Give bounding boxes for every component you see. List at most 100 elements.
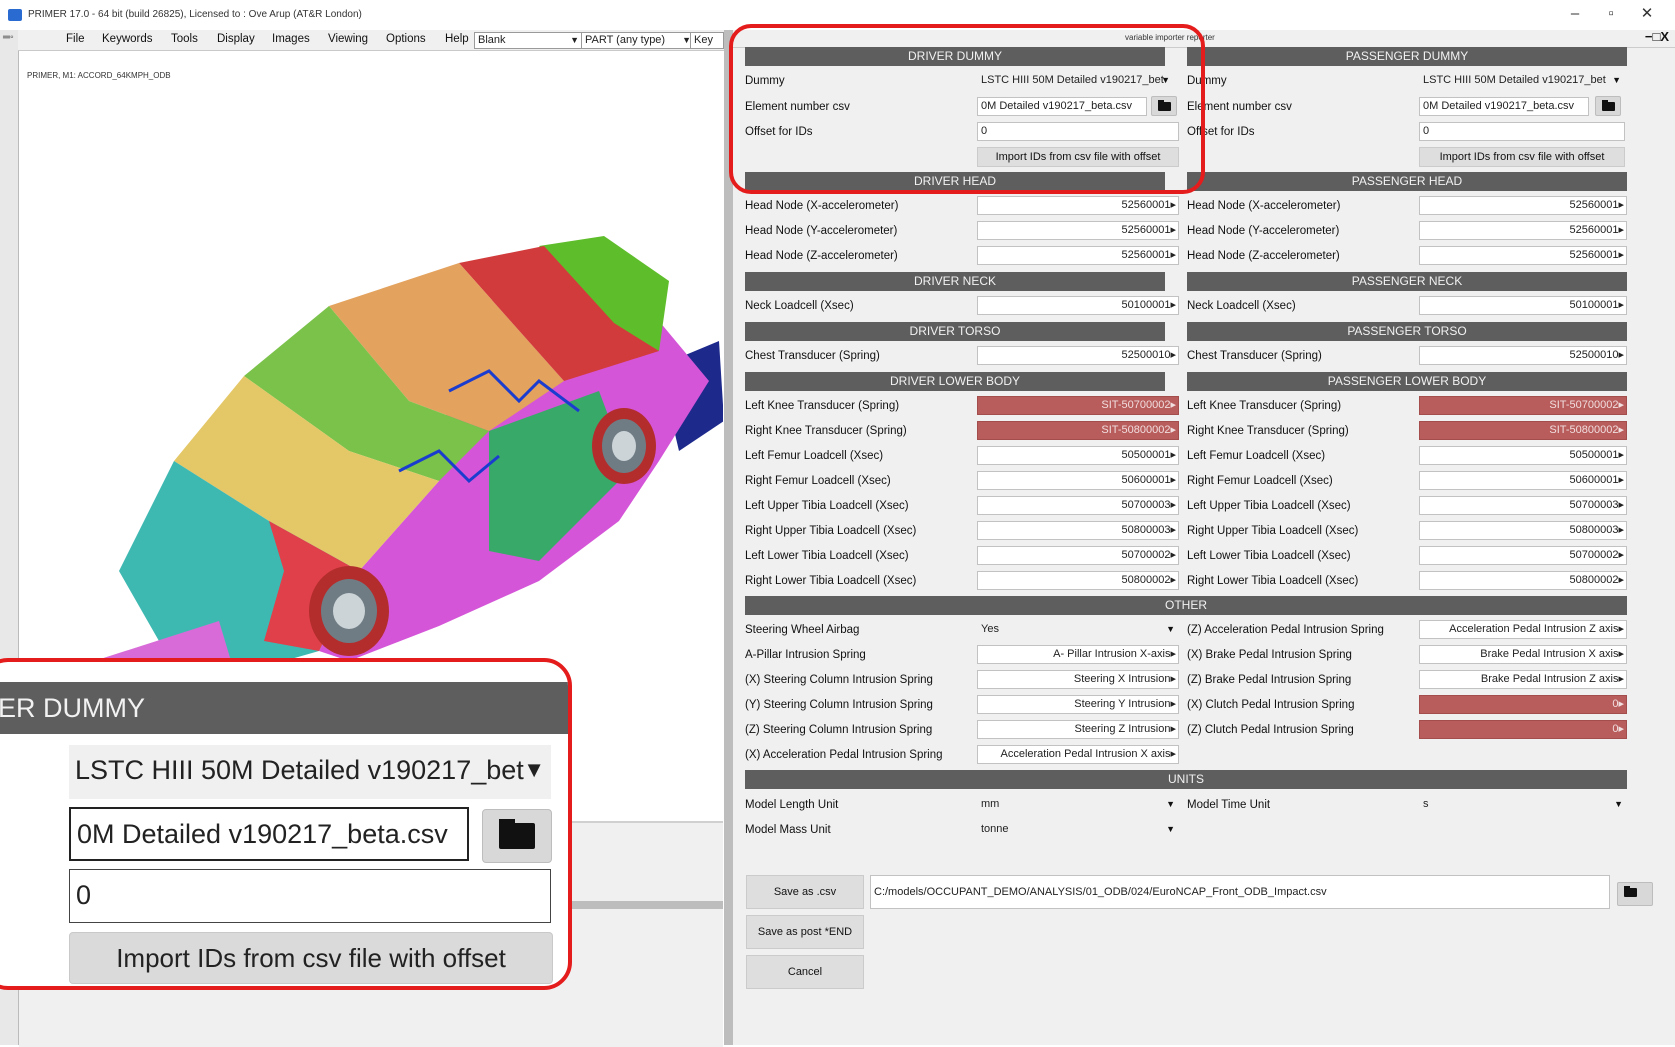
app-icon — [8, 9, 22, 21]
cancel-button[interactable]: Cancel — [746, 955, 864, 989]
inset-offset-field: 0 — [69, 869, 551, 923]
passenger-head-row-field[interactable]: 52560001▸ — [1419, 221, 1627, 240]
other-right-row-label: (Z) Brake Pedal Intrusion Spring — [1187, 674, 1352, 686]
other-right-row-label: (Z) Clutch Pedal Intrusion Spring — [1187, 724, 1354, 736]
menu-keywords[interactable]: Keywords — [102, 33, 153, 45]
driver-head-row-field[interactable]: 52560001▸ — [977, 246, 1179, 265]
other-right-row-field[interactable]: 0▸ — [1419, 720, 1627, 739]
passenger-csv-field[interactable]: 0M Detailed v190217_beta.csv — [1419, 97, 1589, 116]
blank-select-value: Blank — [478, 34, 506, 46]
menu-display[interactable]: Display — [217, 33, 255, 45]
passenger-head-row-label: Head Node (Z-accelerometer) — [1187, 250, 1340, 262]
driver-lower-row-field[interactable]: 50500001▸ — [977, 446, 1179, 465]
driver-head-row-field[interactable]: 52560001▸ — [977, 221, 1179, 240]
other-left-row-label: (Y) Steering Column Intrusion Spring — [745, 699, 933, 711]
zoom-inset: ER DUMMY LSTC HIII 50M Detailed v190217_… — [0, 658, 572, 990]
time-unit-label: Model Time Unit — [1187, 799, 1271, 811]
passenger-head-row-label: Head Node (Y-accelerometer) — [1187, 225, 1340, 237]
driver-lower-row-field[interactable]: 50800003▸ — [977, 521, 1179, 540]
driver-neck-row-field[interactable]: 50100001▸ — [977, 296, 1179, 315]
other-left-row-label: (Z) Steering Column Intrusion Spring — [745, 724, 933, 736]
passenger-lower-row-label: Right Femur Loadcell (Xsec) — [1187, 475, 1333, 487]
driver-lower-row-field[interactable]: 50700003▸ — [977, 496, 1179, 515]
other-left-row-field[interactable]: Acceleration Pedal Intrusion X axis▸ — [977, 745, 1179, 764]
save-post-end-button[interactable]: Save as post *END — [746, 915, 864, 949]
mass-unit-select[interactable]: tonne — [977, 820, 1179, 839]
minimize-button[interactable]: – — [1564, 3, 1586, 25]
other-left-row-field[interactable]: Steering Y Intrusion▸ — [977, 695, 1179, 714]
menu-viewing[interactable]: Viewing — [328, 33, 368, 45]
close-button[interactable]: ✕ — [1636, 3, 1658, 25]
other-right-row-field[interactable]: Brake Pedal Intrusion Z axis▸ — [1419, 670, 1627, 689]
maximize-button[interactable]: ▫ — [1600, 3, 1622, 25]
other-right-row-label: (Z) Acceleration Pedal Intrusion Spring — [1187, 624, 1384, 636]
time-unit-select[interactable]: s — [1419, 795, 1627, 814]
reporter-window-controls[interactable]: −□X — [1645, 29, 1669, 44]
passenger-offset-field[interactable]: 0 — [1419, 122, 1625, 141]
key-select[interactable]: Key — [690, 32, 724, 49]
passenger-lower-row-field[interactable]: SIT-50700002▸ — [1419, 396, 1627, 415]
passenger-lower-row-label: Left Femur Loadcell (Xsec) — [1187, 450, 1326, 462]
driver-lower-row-label: Right Femur Loadcell (Xsec) — [745, 475, 891, 487]
other-left-row-label: Steering Wheel Airbag — [745, 624, 860, 636]
blank-select[interactable]: Blank ▼ — [474, 32, 582, 49]
passenger-lower-row-label: Left Knee Transducer (Spring) — [1187, 400, 1342, 412]
passenger-import-button[interactable]: Import IDs from csv file with offset — [1419, 147, 1625, 167]
inset-csv-field: 0M Detailed v190217_beta.csv — [69, 807, 469, 861]
passenger-lower-row-field[interactable]: 50700002▸ — [1419, 546, 1627, 565]
passenger-lower-row-field[interactable]: 50600001▸ — [1419, 471, 1627, 490]
driver-head-row-field[interactable]: 52560001▸ — [977, 196, 1179, 215]
passenger-head-row-field[interactable]: 52560001▸ — [1419, 246, 1627, 265]
driver-torso-row-label: Chest Transducer (Spring) — [745, 350, 880, 362]
menu-help[interactable]: Help — [445, 33, 469, 45]
other-left-row-field[interactable]: Yes — [977, 620, 1179, 639]
passenger-lower-row-field[interactable]: 50500001▸ — [1419, 446, 1627, 465]
driver-lower-row-label: Left Knee Transducer (Spring) — [745, 400, 900, 412]
driver-neck-header: DRIVER NECK — [745, 272, 1165, 291]
other-right-row-field[interactable]: Acceleration Pedal Intrusion Z axis▸ — [1419, 620, 1627, 639]
passenger-torso-row-label: Chest Transducer (Spring) — [1187, 350, 1322, 362]
driver-lower-row-field[interactable]: SIT-50700002▸ — [977, 396, 1179, 415]
passenger-lower-row-field[interactable]: 50800003▸ — [1419, 521, 1627, 540]
menu-file[interactable]: File — [66, 33, 85, 45]
folder-icon — [482, 809, 552, 863]
driver-lower-body-header: DRIVER LOWER BODY — [745, 372, 1165, 391]
part-select[interactable]: PART (any type) ▼ — [581, 32, 694, 49]
driver-torso-row-field[interactable]: 52500010▸ — [977, 346, 1179, 365]
passenger-lower-row-field[interactable]: SIT-50800002▸ — [1419, 421, 1627, 440]
other-left-row-field[interactable]: Steering X Intrusion▸ — [977, 670, 1179, 689]
passenger-neck-row-field[interactable]: 50100001▸ — [1419, 296, 1627, 315]
units-header: UNITS — [745, 770, 1627, 789]
inset-dummy-value: LSTC HIII 50M Detailed v190217_bet — [75, 755, 524, 785]
inset-import-button: Import IDs from csv file with offset — [69, 932, 553, 984]
driver-lower-row-label: Right Knee Transducer (Spring) — [745, 425, 907, 437]
passenger-lower-row-field[interactable]: 50700003▸ — [1419, 496, 1627, 515]
passenger-head-row-label: Head Node (X-accelerometer) — [1187, 200, 1341, 212]
save-path-field[interactable]: C:/models/OCCUPANT_DEMO/ANALYSIS/01_ODB/… — [870, 875, 1610, 909]
length-unit-select[interactable]: mm — [977, 795, 1179, 814]
other-right-row-field[interactable]: Brake Pedal Intrusion X axis▸ — [1419, 645, 1627, 664]
menu-bar: File Keywords Tools Display Images Viewi… — [18, 30, 724, 51]
passenger-lower-row-label: Left Lower Tibia Loadcell (Xsec) — [1187, 550, 1351, 562]
passenger-lower-row-field[interactable]: 50800002▸ — [1419, 571, 1627, 590]
driver-lower-row-field[interactable]: SIT-50800002▸ — [977, 421, 1179, 440]
driver-lower-row-field[interactable]: 50700002▸ — [977, 546, 1179, 565]
passenger-dummy-select[interactable]: LSTC HIII 50M Detailed v190217_bet — [1419, 71, 1625, 90]
passenger-torso-row-field[interactable]: 52500010▸ — [1419, 346, 1627, 365]
driver-lower-row-field[interactable]: 50800002▸ — [977, 571, 1179, 590]
menu-options[interactable]: Options — [386, 33, 426, 45]
driver-lower-row-field[interactable]: 50600001▸ — [977, 471, 1179, 490]
other-left-row-field[interactable]: A- Pillar Intrusion X-axis▸ — [977, 645, 1179, 664]
save-csv-button[interactable]: Save as .csv — [746, 875, 864, 909]
passenger-head-row-field[interactable]: 52560001▸ — [1419, 196, 1627, 215]
window-control-icon[interactable]: ═◦ — [3, 32, 14, 43]
folder-icon[interactable] — [1595, 96, 1621, 116]
folder-icon[interactable] — [1617, 882, 1653, 906]
passenger-lower-row-label: Right Knee Transducer (Spring) — [1187, 425, 1349, 437]
other-right-row-field[interactable]: 0▸ — [1419, 695, 1627, 714]
menu-images[interactable]: Images — [272, 33, 310, 45]
passenger-lower-row-label: Left Upper Tibia Loadcell (Xsec) — [1187, 500, 1351, 512]
passenger-head-header: PASSENGER HEAD — [1187, 172, 1627, 191]
other-left-row-field[interactable]: Steering Z Intrusion▸ — [977, 720, 1179, 739]
menu-tools[interactable]: Tools — [171, 33, 198, 45]
